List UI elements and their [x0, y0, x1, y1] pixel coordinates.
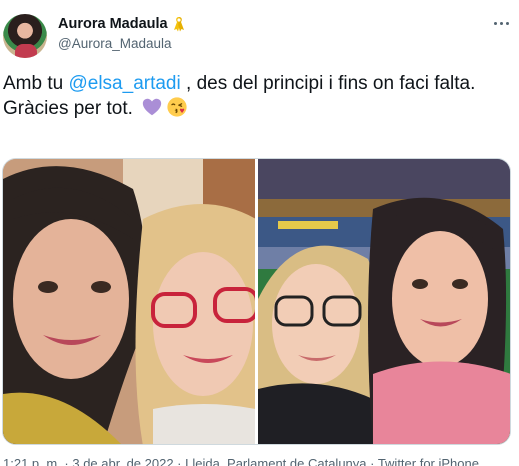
- tweet-text: Amb tu @elsa_artadi , des del principi i…: [3, 72, 503, 121]
- photo-2-image: [258, 159, 510, 444]
- avatar[interactable]: [3, 14, 47, 58]
- more-options-icon[interactable]: [491, 16, 511, 30]
- media-grid: [2, 158, 511, 445]
- photo-1[interactable]: [3, 159, 255, 444]
- purple-heart-icon: [143, 98, 162, 116]
- user-handle[interactable]: @Aurora_Madaula: [58, 36, 172, 51]
- tweet-text-start: Amb tu: [3, 73, 69, 94]
- tweet-text-line2: Gràcies per tot.: [3, 98, 133, 119]
- mention-link[interactable]: @elsa_artadi: [68, 73, 180, 94]
- photo-2[interactable]: [258, 159, 510, 444]
- tweet-meta: 1:21 p. m. · 3 de abr. de 2022 · Lleida,…: [3, 456, 479, 466]
- kissing-face-icon: [167, 97, 187, 117]
- display-name[interactable]: Aurora Madaula: [58, 16, 168, 32]
- name-row: Aurora Madaula: [58, 16, 185, 32]
- photo-1-image: [3, 159, 255, 444]
- yellow-ribbon-icon: [173, 17, 184, 32]
- tweet-header: Aurora Madaula @Aurora_Madaula: [3, 12, 515, 60]
- tweet-card: Aurora Madaula @Aurora_Madaula Amb tu @e…: [0, 0, 519, 466]
- tweet-text-rest: , des del principi i fins on faci falta.: [180, 73, 476, 94]
